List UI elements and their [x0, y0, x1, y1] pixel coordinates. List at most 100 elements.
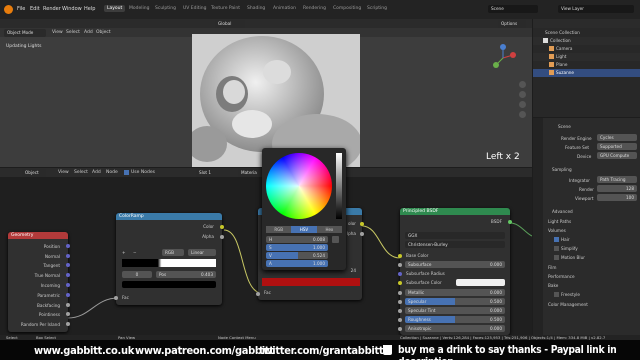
menu-window[interactable]: Window [62, 6, 82, 12]
tab-texture-paint[interactable]: Texture Paint [208, 5, 243, 12]
geometry-node[interactable]: Geometry Position Normal Tangent True No… [8, 232, 70, 332]
value-field[interactable]: V 0.524 [266, 252, 328, 259]
eyedropper-icon[interactable] [332, 236, 339, 243]
hue-field[interactable]: H 0.008 [266, 236, 328, 243]
navigation-gizmo[interactable] [488, 43, 518, 73]
menu-help[interactable]: Help [84, 6, 95, 12]
outliner-row-scene-collection[interactable]: Scene Collection [533, 29, 640, 37]
camera-view-icon[interactable] [519, 101, 526, 108]
tab-compositing[interactable]: Compositing [330, 5, 364, 12]
motion-blur-checkbox[interactable] [554, 255, 559, 260]
socket-alpha-2[interactable] [360, 232, 364, 236]
subsurface-method-dropdown[interactable]: Christensen-Burley [405, 241, 505, 248]
socket-parametric[interactable] [66, 293, 70, 297]
socket-metallic[interactable] [398, 291, 402, 295]
socket-color-2[interactable] [360, 222, 364, 226]
node-editor[interactable]: Object View Select Add Node Use Nodes Sl… [0, 148, 532, 335]
socket-true-normal[interactable] [66, 273, 70, 277]
outliner-row-collection[interactable]: Collection [533, 37, 640, 45]
menu-file[interactable]: File [17, 6, 25, 12]
tab-hsv[interactable]: HSV [291, 226, 317, 233]
socket-position[interactable] [66, 244, 70, 248]
options-button[interactable]: Options [498, 20, 526, 28]
socket-normal[interactable] [66, 254, 70, 258]
zoom-icon[interactable] [519, 81, 526, 88]
color-management-section[interactable]: Color Management [548, 302, 588, 307]
sampling-section[interactable]: Sampling [552, 167, 572, 172]
tab-hex[interactable]: Hex [316, 226, 342, 233]
pan-icon[interactable] [519, 91, 526, 98]
view-layer-selector[interactable]: View Layer [558, 5, 634, 13]
tab-rgb[interactable]: RGB [266, 226, 292, 233]
socket-specular-tint[interactable] [398, 309, 402, 313]
tab-layout[interactable]: Layout [104, 5, 126, 12]
blender-logo-icon[interactable] [4, 5, 13, 14]
bake-section[interactable]: Bake [548, 283, 558, 288]
outliner-row-camera[interactable]: Camera [533, 45, 640, 53]
geometry-node-header[interactable]: Geometry [8, 232, 68, 239]
stop-color-swatch[interactable] [122, 281, 216, 288]
socket-color[interactable] [220, 225, 224, 229]
socket-incoming[interactable] [66, 283, 70, 287]
color-mode-dropdown[interactable]: RGB [162, 249, 184, 256]
outliner-row-plane[interactable]: Plane [533, 61, 640, 69]
volumes-section[interactable]: Volumes [548, 228, 566, 233]
anisotropic-field[interactable]: Anisotropic 0.000 [405, 325, 505, 332]
alpha-field[interactable]: A 1.000 [266, 260, 328, 267]
tab-uv-editing[interactable]: UV Editing [180, 5, 209, 12]
render-engine-dropdown[interactable]: Cycles [597, 134, 637, 141]
principled-bsdf-node[interactable]: Principled BSDF BSDF GGX Christensen-Bur… [398, 208, 512, 335]
stop-position-field[interactable]: Pos 0.403 [156, 271, 216, 278]
socket-specular[interactable] [398, 300, 402, 304]
specular-tint-field[interactable]: Specular Tint 0.000 [405, 307, 505, 314]
specular-field[interactable]: Specular 0.500 [405, 298, 505, 305]
principled-node-header[interactable]: Principled BSDF [400, 208, 510, 215]
socket-backfacing[interactable] [66, 303, 70, 307]
socket-subsurface[interactable] [398, 263, 402, 267]
remove-stop-button[interactable]: − [133, 250, 137, 255]
menu-edit[interactable]: Edit [30, 6, 40, 12]
subsurface-field[interactable]: Subsurface 0.000 [405, 261, 505, 268]
socket-alpha[interactable] [220, 235, 224, 239]
hair-checkbox[interactable] [554, 237, 559, 242]
viewport-menu-object[interactable]: Object [96, 30, 111, 35]
film-section[interactable]: Film [548, 265, 557, 270]
socket-pointiness[interactable] [66, 312, 70, 316]
tab-scripting[interactable]: Scripting [364, 5, 390, 12]
socket-random-per-island[interactable] [66, 322, 70, 326]
socket-subsurface-radius[interactable] [398, 272, 402, 276]
socket-fac-2[interactable] [256, 292, 260, 296]
distribution-dropdown[interactable]: GGX [405, 232, 505, 239]
advanced-section[interactable]: Advanced [552, 209, 573, 214]
colorramp-node[interactable]: ColorRamp Color Alpha + − RGB Linear 0 P… [114, 213, 224, 305]
socket-subsurface-color[interactable] [398, 281, 402, 285]
value-slider[interactable] [336, 153, 342, 219]
colorramp-node-header[interactable]: ColorRamp [116, 213, 222, 220]
interpolation-dropdown[interactable]: Linear [188, 249, 216, 256]
outliner-row-light[interactable]: Light [533, 53, 640, 61]
perspective-icon[interactable] [519, 111, 526, 118]
tab-rendering[interactable]: Rendering [300, 5, 329, 12]
viewport-menu-view[interactable]: View [52, 30, 63, 35]
socket-tangent[interactable] [66, 263, 70, 267]
socket-bsdf[interactable] [508, 220, 512, 224]
render-samples-field[interactable]: 128 [597, 185, 637, 192]
performance-section[interactable]: Performance [548, 274, 575, 279]
selected-color-bar[interactable] [262, 278, 360, 286]
saturation-field[interactable]: S 1.000 [266, 244, 328, 251]
tab-shading[interactable]: Shading [244, 5, 268, 12]
socket-fac[interactable] [114, 296, 118, 300]
viewport-menu-add[interactable]: Add [84, 30, 93, 35]
viewport-menu-select[interactable]: Select [66, 30, 80, 35]
menu-render[interactable]: Render [43, 6, 61, 12]
viewport-3d[interactable]: Object Mode View Select Add Object Globa… [0, 19, 532, 167]
feature-set-dropdown[interactable]: Supported [597, 143, 637, 150]
outliner-row-suzanne[interactable]: Suzanne [533, 69, 640, 77]
orientation-selector[interactable]: Global [215, 20, 245, 28]
integrator-dropdown[interactable]: Path Tracing [597, 176, 637, 183]
metallic-field[interactable]: Metallic 0.000 [405, 289, 505, 296]
freestyle-checkbox[interactable] [554, 292, 559, 297]
roughness-field[interactable]: Roughness 0.500 [405, 316, 505, 323]
socket-base-color[interactable] [398, 254, 402, 258]
color-ramp-bar[interactable] [122, 259, 216, 267]
